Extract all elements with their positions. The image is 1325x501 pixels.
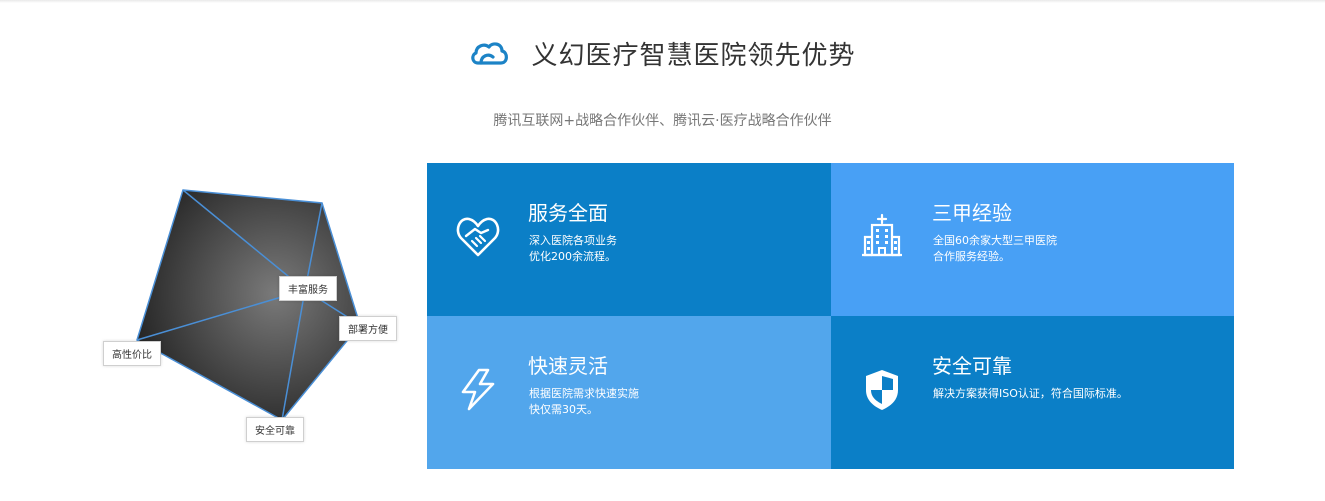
label-cost-effective: 高性价比 (103, 341, 161, 366)
label-easy-deploy: 部署方便 (339, 316, 397, 341)
shield-icon (866, 370, 898, 410)
feature-grid: 服务全面 深入医院各项业务 优化200余流程。 三甲经验 全国60余家大型三甲医… (427, 163, 1234, 469)
label-rich-service: 丰富服务 (279, 276, 337, 301)
feature-description: 全国60余家大型三甲医院 合作服务经验。 (933, 233, 1057, 265)
advantage-diagram: 丰富服务 部署方便 高性价比 安全可靠 (95, 180, 415, 450)
feature-description-line: 优化200余流程。 (529, 250, 616, 263)
diagram-graphic (136, 189, 361, 421)
hospital-icon (862, 213, 902, 257)
page-subtitle: 腾讯互联网+战略合作伙伴、腾讯云·医疗战略合作伙伴 (493, 113, 832, 129)
cloud-icon (471, 42, 509, 65)
feature-description-line: 合作服务经验。 (933, 250, 1010, 263)
feature-description: 解决方案获得ISO认证，符合国际标准。 (933, 386, 1128, 402)
feature-description: 深入医院各项业务 优化200余流程。 (529, 233, 617, 265)
lightning-icon (461, 368, 495, 411)
feature-title: 服务全面 (528, 201, 608, 225)
page-title: 义幻医疗智慧医院领先优势 (531, 40, 856, 71)
feature-title: 快速灵活 (528, 354, 608, 378)
feature-card-secure: 安全可靠 解决方案获得ISO认证，符合国际标准。 (831, 316, 1234, 469)
section-header: 义幻医疗智慧医院领先优势 (0, 30, 1325, 76)
feature-card-service: 服务全面 深入医院各项业务 优化200余流程。 (427, 163, 831, 316)
feature-description: 根据医院需求快速实施 快仅需30天。 (529, 386, 639, 418)
feature-description-line: 全国60余家大型三甲医院 (933, 234, 1057, 247)
label-secure-reliable: 安全可靠 (246, 417, 304, 442)
top-divider (0, 0, 1325, 3)
feature-description-line: 根据医院需求快速实施 (529, 387, 639, 400)
feature-description-line: 解决方案获得ISO认证，符合国际标准。 (933, 387, 1128, 400)
feature-title: 三甲经验 (932, 201, 1012, 225)
feature-description-line: 快仅需30天。 (529, 403, 598, 416)
feature-description-line: 深入医院各项业务 (529, 234, 617, 247)
feature-card-experience: 三甲经验 全国60余家大型三甲医院 合作服务经验。 (831, 163, 1234, 316)
feature-card-fast: 快速灵活 根据医院需求快速实施 快仅需30天。 (427, 316, 831, 469)
feature-title: 安全可靠 (932, 354, 1012, 378)
handshake-heart-icon (456, 217, 500, 257)
